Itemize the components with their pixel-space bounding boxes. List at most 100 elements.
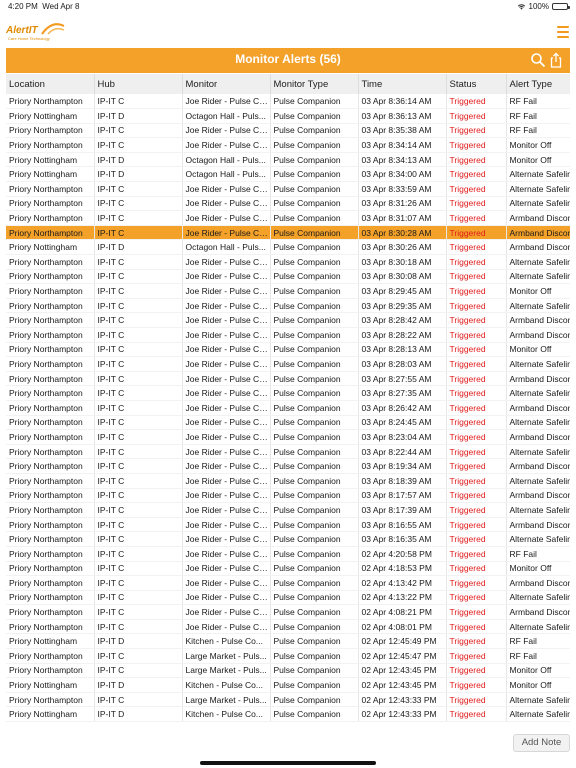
cell-alert-type: Alternate Safelin	[506, 298, 570, 314]
table-row[interactable]: Priory Northampton IP-IT C Large Market - …	[6, 648, 570, 664]
cell-hub: IP-IT C	[94, 342, 183, 358]
table-row[interactable]: Priory Northampton IP-IT C Joe Rider - Pul…	[6, 400, 570, 416]
cell-hub: IP-IT C	[94, 561, 183, 577]
cell-status: Triggered	[446, 692, 507, 708]
cell-hub: IP-IT C	[94, 137, 183, 153]
cell-monitor: Joe Rider - Pulse Co...	[182, 196, 271, 212]
table-row[interactable]: Priory Northampton IP-IT C Joe Rider - Pul…	[6, 181, 570, 197]
share-icon[interactable]	[548, 52, 564, 68]
cell-location: Priory Northampton	[6, 575, 95, 591]
table-row[interactable]: Priory Northampton IP-IT C Joe Rider - Pul…	[6, 517, 570, 533]
cell-time: 02 Apr 4:13:42 PM	[358, 575, 447, 591]
cell-location: Priory Northampton	[6, 444, 95, 460]
table-row[interactable]: Priory Nottingham IP-IT D Octagon Hall - P…	[6, 166, 570, 183]
table-row[interactable]: Priory Northampton IP-IT C Joe Rider - Pul…	[6, 444, 570, 460]
cell-monitor-type: Pulse Companion	[270, 371, 359, 387]
cell-time: 03 Apr 8:36:13 AM	[358, 108, 447, 124]
table-row[interactable]: Priory Northampton IP-IT C Joe Rider - Pul…	[6, 283, 570, 299]
table-row[interactable]: Priory Northampton IP-IT C Large Market - …	[6, 663, 570, 679]
table-row[interactable]: Priory Northampton IP-IT C Joe Rider - Pul…	[6, 546, 570, 562]
cell-status: Triggered	[446, 604, 507, 620]
cell-time: 02 Apr 4:13:22 PM	[358, 590, 447, 606]
cell-location: Priory Northampton	[6, 327, 95, 343]
table-row[interactable]: Priory Northampton IP-IT C Joe Rider - Pul…	[6, 327, 570, 343]
cell-status: Triggered	[446, 166, 507, 183]
column-header-hub[interactable]: Hub	[94, 74, 183, 94]
table-row[interactable]: Priory Nottingham IP-IT D Kitchen - Pulse …	[6, 706, 570, 723]
cell-location: Priory Northampton	[6, 546, 95, 562]
cell-monitor: Joe Rider - Pulse Co...	[182, 458, 271, 474]
cell-hub: IP-IT C	[94, 444, 183, 460]
column-header-location[interactable]: Location	[6, 74, 95, 94]
column-header-alert-type[interactable]: Alert Type	[506, 74, 570, 94]
cell-time: 03 Apr 8:36:14 AM	[358, 94, 447, 110]
table-row[interactable]: Priory Northampton IP-IT C Joe Rider - Pul…	[6, 502, 570, 518]
cell-time: 03 Apr 8:34:00 AM	[358, 166, 447, 183]
alerts-table-container[interactable]: Location Hub Monitor Monitor Type Time Status…	[6, 74, 570, 728]
table-row[interactable]: Priory Northampton IP-IT C Joe Rider - Pul…	[6, 254, 570, 270]
cell-monitor: Joe Rider - Pulse Co...	[182, 385, 271, 401]
cell-alert-type: Monitor Off	[506, 152, 570, 168]
table-row[interactable]: Priory Northampton IP-IT C Joe Rider - Pul…	[6, 312, 570, 328]
cell-monitor: Kitchen - Pulse Co...	[182, 706, 271, 723]
search-icon[interactable]	[530, 52, 546, 68]
table-row[interactable]: Priory Northampton IP-IT C Joe Rider - Pul…	[6, 415, 570, 431]
cell-monitor: Joe Rider - Pulse Co...	[182, 312, 271, 328]
cell-status: Triggered	[446, 648, 507, 664]
cell-hub: IP-IT C	[94, 590, 183, 606]
cell-status: Triggered	[446, 473, 507, 489]
cell-status: Triggered	[446, 371, 507, 387]
cell-time: 03 Apr 8:24:45 AM	[358, 415, 447, 431]
table-row[interactable]: Priory Northampton IP-IT C Joe Rider - Pul…	[6, 561, 570, 577]
cell-time: 03 Apr 8:31:07 AM	[358, 210, 447, 226]
table-row[interactable]: Priory Northampton IP-IT C Joe Rider - Pul…	[6, 531, 570, 547]
cell-monitor-type: Pulse Companion	[270, 488, 359, 504]
table-row[interactable]: Priory Northampton IP-IT C Joe Rider - Pul…	[6, 123, 570, 139]
table-row[interactable]: Priory Northampton IP-IT C Joe Rider - Pul…	[6, 619, 570, 635]
table-row[interactable]: Priory Northampton IP-IT C Large Market - …	[6, 692, 570, 708]
table-row[interactable]: Priory Northampton IP-IT C Joe Rider - Pul…	[6, 590, 570, 606]
column-header-monitor[interactable]: Monitor	[182, 74, 271, 94]
cell-hub: IP-IT D	[94, 677, 183, 693]
table-row[interactable]: Priory Northampton IP-IT C Joe Rider - Pul…	[6, 458, 570, 474]
table-row[interactable]: Priory Northampton IP-IT C Joe Rider - Pul…	[6, 342, 570, 358]
table-row[interactable]: Priory Northampton IP-IT C Joe Rider - Pul…	[6, 225, 570, 241]
table-row[interactable]: Priory Northampton IP-IT C Joe Rider - Pul…	[6, 196, 570, 212]
cell-monitor-type: Pulse Companion	[270, 692, 359, 708]
alertit-logo: AlertIT Care Home Technology	[6, 22, 66, 44]
cell-monitor: Kitchen - Pulse Co...	[182, 677, 271, 693]
column-header-time[interactable]: Time	[358, 74, 447, 94]
table-row[interactable]: Priory Northampton IP-IT C Joe Rider - Pul…	[6, 94, 570, 110]
table-row[interactable]: Priory Northampton IP-IT C Joe Rider - Pul…	[6, 356, 570, 372]
table-row[interactable]: Priory Northampton IP-IT C Joe Rider - Pul…	[6, 371, 570, 387]
add-note-button[interactable]: Add Note	[513, 734, 570, 752]
table-row[interactable]: Priory Nottingham IP-IT D Octagon Hall - P…	[6, 108, 570, 124]
table-row[interactable]: Priory Nottingham IP-IT D Octagon Hall - P…	[6, 239, 570, 256]
column-header-status[interactable]: Status	[446, 74, 507, 94]
table-row[interactable]: Priory Northampton IP-IT C Joe Rider - Pul…	[6, 137, 570, 153]
table-row[interactable]: Priory Nottingham IP-IT D Kitchen - Pulse …	[6, 633, 570, 650]
table-row[interactable]: Priory Northampton IP-IT C Joe Rider - Pul…	[6, 575, 570, 591]
table-row[interactable]: Priory Northampton IP-IT C Joe Rider - Pul…	[6, 210, 570, 226]
table-row[interactable]: Priory Northampton IP-IT C Joe Rider - Pul…	[6, 473, 570, 489]
cell-time: 03 Apr 8:18:39 AM	[358, 473, 447, 489]
table-row[interactable]: Priory Northampton IP-IT C Joe Rider - Pul…	[6, 604, 570, 620]
table-row[interactable]: Priory Northampton IP-IT C Joe Rider - Pul…	[6, 269, 570, 285]
cell-monitor-type: Pulse Companion	[270, 590, 359, 606]
table-row[interactable]: Priory Northampton IP-IT C Joe Rider - Pul…	[6, 385, 570, 401]
cell-monitor: Joe Rider - Pulse Co...	[182, 269, 271, 285]
cell-monitor: Large Market - Puls...	[182, 648, 271, 664]
column-header-monitor-type[interactable]: Monitor Type	[270, 74, 359, 94]
cell-monitor: Joe Rider - Pulse Co...	[182, 254, 271, 270]
cell-monitor-type: Pulse Companion	[270, 137, 359, 153]
table-row[interactable]: Priory Northampton IP-IT C Joe Rider - Pul…	[6, 298, 570, 314]
cell-time: 03 Apr 8:16:35 AM	[358, 531, 447, 547]
cell-hub: IP-IT C	[94, 196, 183, 212]
alerts-table: Location Hub Monitor Monitor Type Time Status…	[6, 74, 570, 723]
table-row[interactable]: Priory Northampton IP-IT C Joe Rider - Pul…	[6, 488, 570, 504]
table-row[interactable]: Priory Nottingham IP-IT D Kitchen - Pulse …	[6, 677, 570, 693]
hamburger-menu-icon[interactable]	[557, 26, 569, 38]
table-row[interactable]: Priory Northampton IP-IT C Joe Rider - Pul…	[6, 429, 570, 445]
table-row[interactable]: Priory Nottingham IP-IT D Octagon Hall - P…	[6, 152, 570, 168]
cell-alert-type: Monitor Off	[506, 677, 570, 693]
